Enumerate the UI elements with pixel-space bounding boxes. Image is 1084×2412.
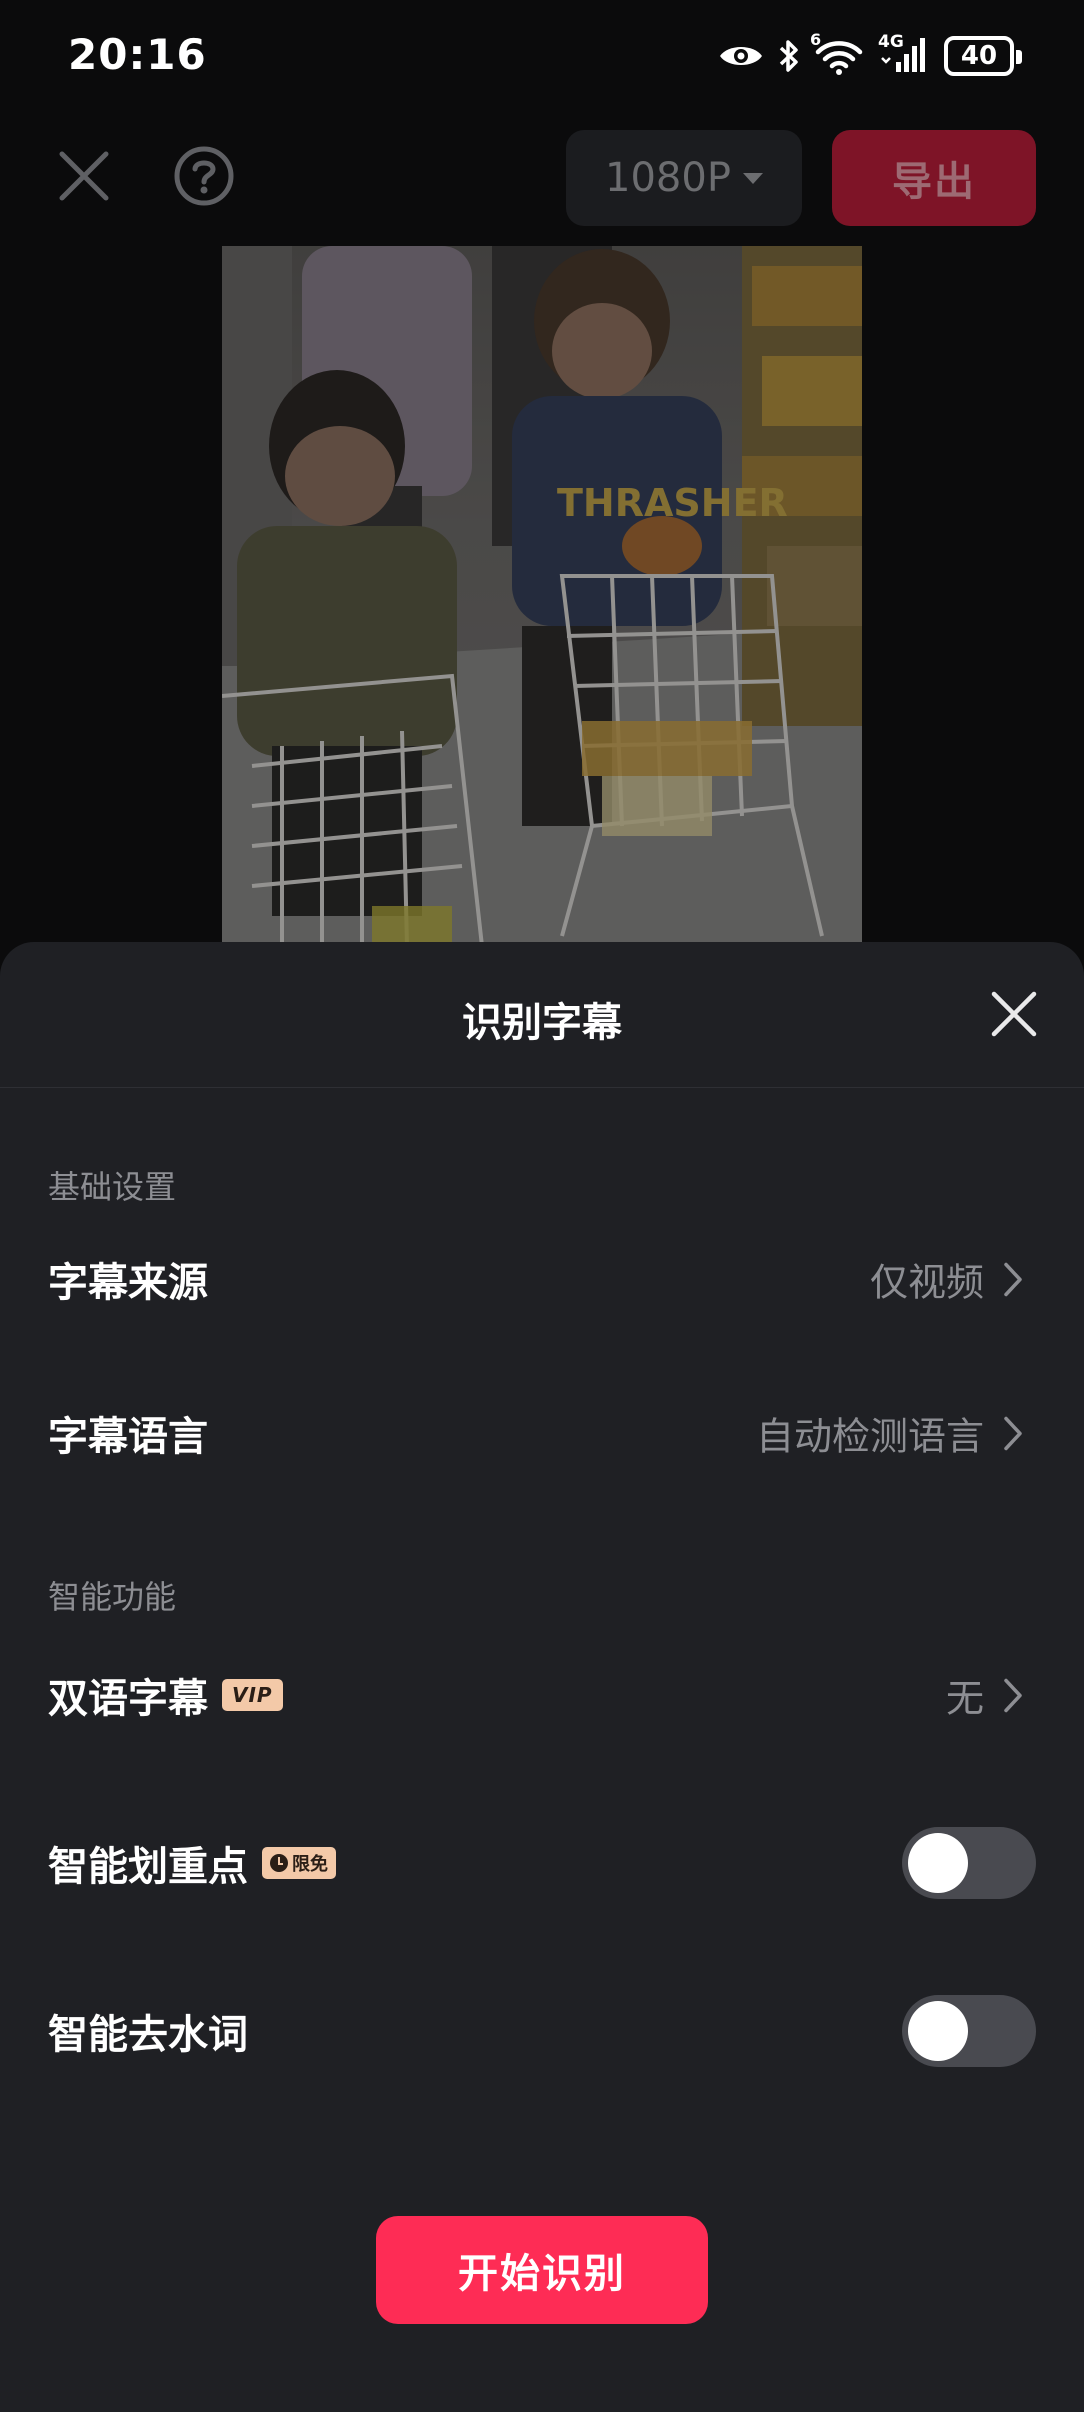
chevron-right-icon (1004, 1678, 1022, 1712)
bilingual-subtitles-value: 无 (945, 1676, 984, 1721)
smart-highlight-toggle[interactable] (902, 1827, 1036, 1899)
preview-dim-overlay (222, 246, 862, 946)
battery-icon: 40 (944, 36, 1022, 76)
limited-free-text: 限免 (292, 1854, 328, 1875)
limited-free-badge: 限免 (262, 1847, 336, 1879)
bilingual-subtitles-label: 双语字幕 (48, 1676, 208, 1722)
status-time: 20:16 (68, 30, 207, 79)
sheet-header: 识别字幕 (0, 942, 1084, 1088)
smart-highlight-label-group: 智能划重点 限免 (48, 1834, 336, 1892)
smart-highlight-row: 智能划重点 限免 (0, 1808, 1084, 1918)
close-icon[interactable] (988, 988, 1040, 1040)
bilingual-subtitles-row[interactable]: 双语字幕 VIP 无 (0, 1640, 1084, 1750)
wifi-label: 6 (810, 30, 822, 49)
smart-highlight-label: 智能划重点 (48, 1844, 248, 1890)
screen: 20:16 6 4G 40 1080P 导出 THRASHER 识别字幕 基础设… (0, 0, 1084, 2412)
remove-fillers-label: 智能去水词 (48, 2012, 248, 2058)
chevron-right-icon (1004, 1416, 1022, 1450)
subtitle-source-row[interactable]: 字幕来源 仅视频 (0, 1224, 1084, 1334)
start-recognition-button[interactable]: 开始识别 (376, 2216, 708, 2324)
bluetooth-icon (779, 40, 798, 72)
editor-toolbar: 1080P 导出 (0, 120, 1084, 240)
subtitle-language-row[interactable]: 字幕语言 自动检测语言 (0, 1378, 1084, 1488)
video-preview[interactable]: THRASHER (222, 246, 862, 946)
clock-icon (270, 1854, 288, 1872)
close-icon[interactable] (50, 142, 118, 210)
subtitle-source-value-group: 仅视频 (870, 1252, 1024, 1307)
sheet-title: 识别字幕 (462, 1000, 622, 1046)
subtitle-source-label: 字幕来源 (48, 1260, 208, 1306)
caret-down-icon (742, 172, 763, 184)
signal-icon: 4G (878, 32, 930, 76)
eye-icon (720, 47, 762, 65)
bilingual-subtitles-value-group: 无 (946, 1668, 1024, 1723)
vip-badge: VIP (222, 1679, 283, 1711)
toggle-knob (908, 2001, 968, 2061)
subtitle-source-value: 仅视频 (869, 1260, 984, 1305)
status-bar: 20:16 6 4G 40 (0, 0, 1084, 112)
subtitle-language-value: 自动检测语言 (755, 1414, 984, 1459)
help-icon[interactable] (170, 142, 238, 210)
remove-fillers-row: 智能去水词 (0, 1976, 1084, 2086)
section-smart-features: 智能功能 (48, 1578, 177, 1616)
recognize-subtitles-sheet: 识别字幕 基础设置 字幕来源 仅视频 字幕语言 自动检测语言 智能功能 双语字幕… (0, 942, 1084, 2412)
bilingual-subtitles-label-group: 双语字幕 VIP (48, 1666, 283, 1724)
chevron-right-icon (1004, 1262, 1022, 1296)
resolution-label: 1080P (605, 155, 731, 201)
resolution-selector[interactable]: 1080P (566, 130, 802, 226)
subtitle-language-value-group: 自动检测语言 (756, 1406, 1024, 1461)
subtitle-language-label: 字幕语言 (48, 1414, 208, 1460)
section-basic-settings: 基础设置 (48, 1168, 177, 1206)
battery-level: 40 (960, 41, 998, 71)
export-button[interactable]: 导出 (832, 130, 1036, 226)
remove-fillers-toggle[interactable] (902, 1995, 1036, 2067)
toggle-knob (908, 1833, 968, 1893)
wifi-icon: 6 (810, 30, 864, 76)
status-icons: 6 4G 40 (718, 30, 1022, 80)
